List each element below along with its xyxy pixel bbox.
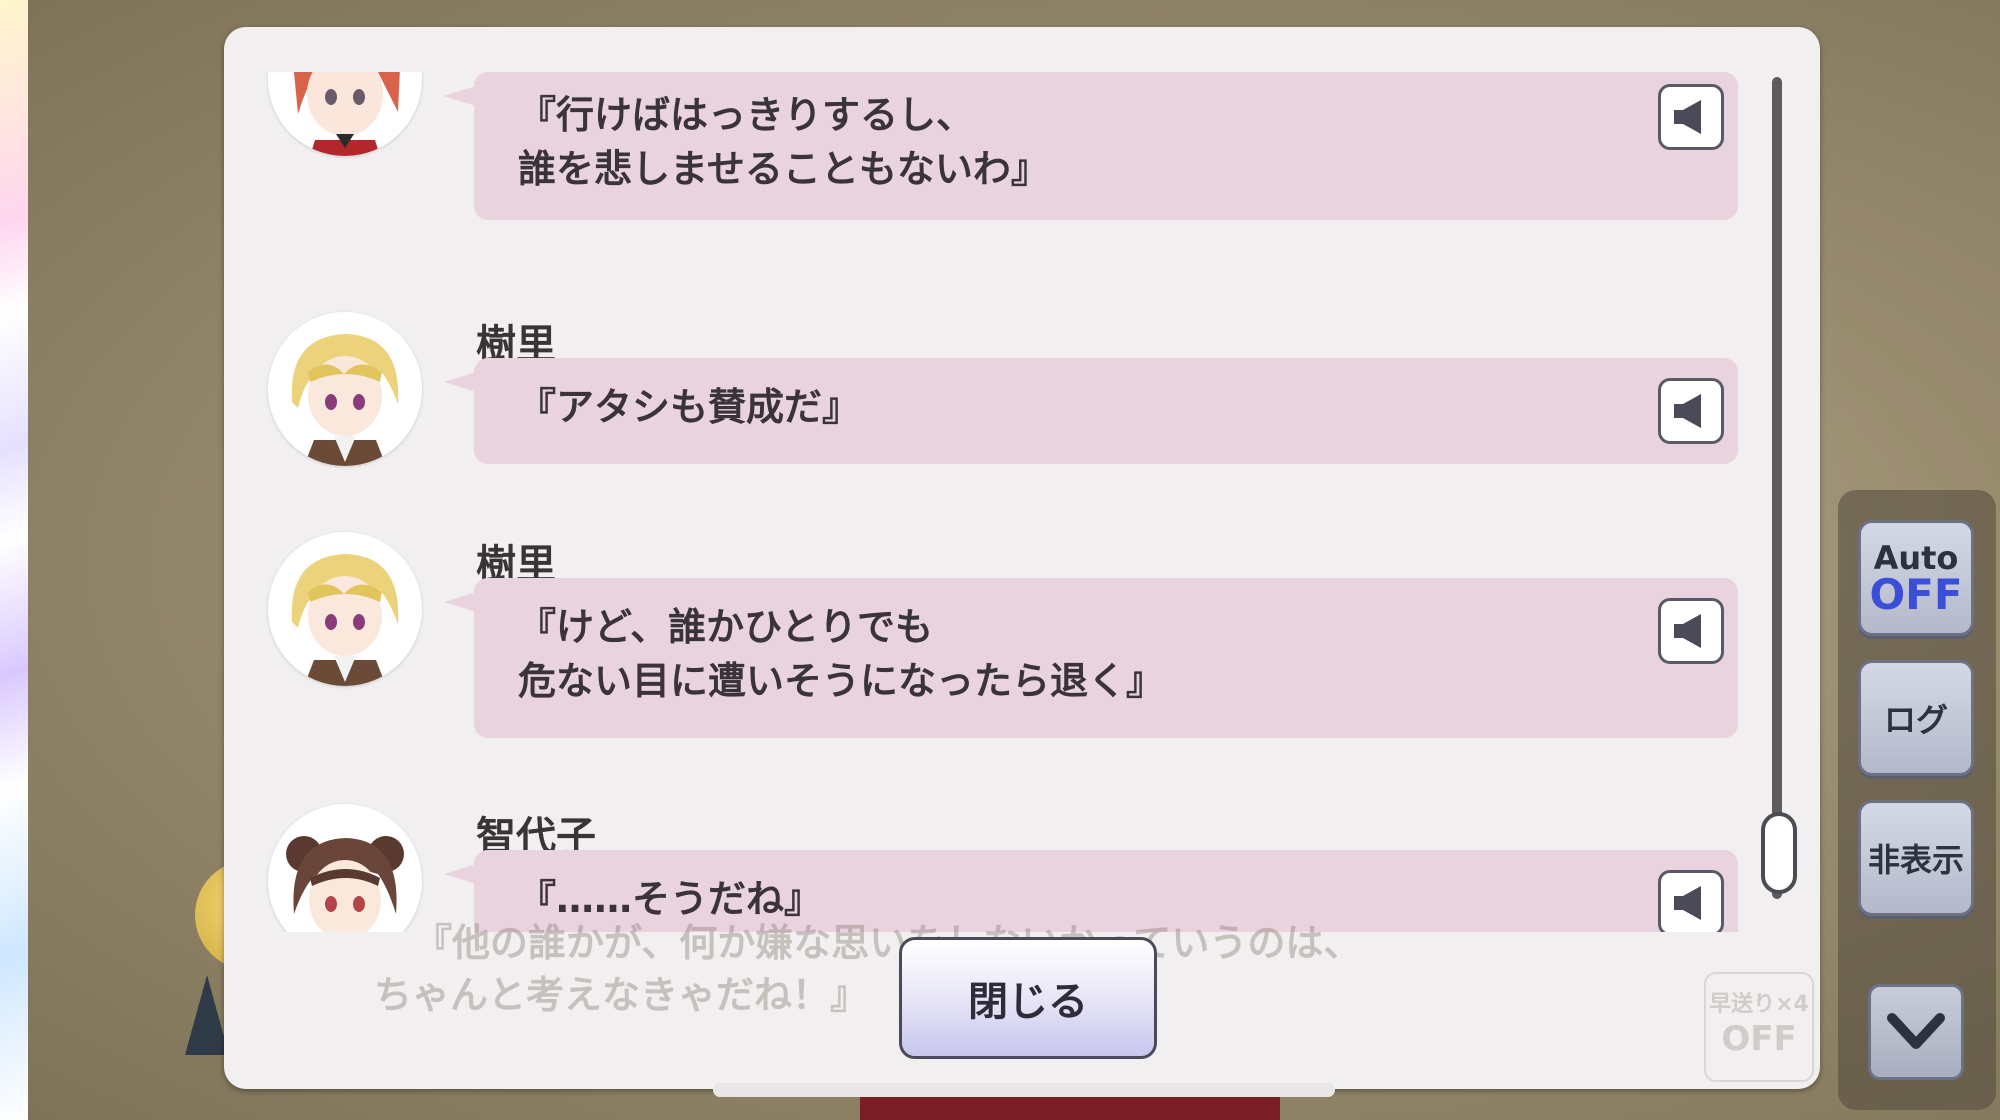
scrollbar-track[interactable] (1772, 77, 1782, 899)
redhead-character-avatar (268, 72, 422, 156)
fast-forward-state: OFF (1721, 1019, 1797, 1059)
close-button[interactable]: 閉じる (899, 937, 1157, 1059)
chevron-down-icon (1887, 1013, 1945, 1049)
modal-bottom-handle (713, 1083, 1335, 1097)
speaker-icon (1674, 614, 1701, 648)
blonde-character-avatar (268, 532, 422, 686)
blonde-character-avatar (268, 312, 422, 466)
left-edge-gradient (0, 0, 28, 1120)
dialogue-line: 『けど、誰かひとりでも (518, 605, 933, 649)
dialogue-line: 危ない目に遭いそうになったら退く』 (518, 659, 1165, 703)
voice-replay-button[interactable] (1658, 378, 1724, 444)
auto-state: OFF (1869, 570, 1963, 619)
background-character-dress (860, 1095, 1280, 1120)
log-button[interactable]: ログ (1858, 660, 1974, 776)
auto-button[interactable]: Auto OFF (1858, 520, 1974, 636)
dialogue-bubble: 『けど、誰かひとりでも 危ない目に遭いそうになったら退く』 (444, 578, 1738, 738)
speaker-icon (1674, 886, 1701, 920)
background-fast-forward: 早送り×4 OFF (1704, 972, 1814, 1082)
voice-replay-button[interactable] (1658, 598, 1724, 664)
scrollbar-thumb[interactable] (1761, 812, 1797, 894)
fast-forward-label: 早送り×4 (1709, 992, 1809, 1017)
log-label: ログ (1883, 701, 1948, 739)
speaker-icon (1674, 394, 1701, 428)
dialogue-bubble: 『アタシも賛成だ』 (444, 358, 1738, 464)
collapse-button[interactable] (1868, 984, 1964, 1080)
voice-replay-button[interactable] (1658, 84, 1724, 150)
dialogue-line: 『アタシも賛成だ』 (518, 385, 861, 429)
hide-label: 非表示 (1867, 841, 1964, 879)
speaker-icon (1674, 100, 1701, 134)
log-list[interactable]: 『行けばはっきりするし、 誰を悲しませることもないわ』 樹里 『アタシも賛成だ』… (224, 72, 1820, 932)
brunette-character-avatar (268, 804, 422, 932)
close-label: 閉じる (968, 979, 1088, 1025)
hide-button[interactable]: 非表示 (1858, 800, 1974, 916)
background-tree (185, 975, 229, 1055)
dialogue-line: 『行けばはっきりするし、 (518, 93, 975, 137)
log-dialog: 『行けばはっきりするし、 誰を悲しませることもないわ』 樹里 『アタシも賛成だ』… (224, 27, 1820, 1089)
dialogue-bubble: 『行けばはっきりするし、 誰を悲しませることもないわ』 (444, 72, 1738, 220)
dialogue-line: 誰を悲しませることもないわ』 (518, 147, 1049, 191)
side-control-panel: Auto OFF ログ 非表示 (1838, 490, 1996, 1110)
